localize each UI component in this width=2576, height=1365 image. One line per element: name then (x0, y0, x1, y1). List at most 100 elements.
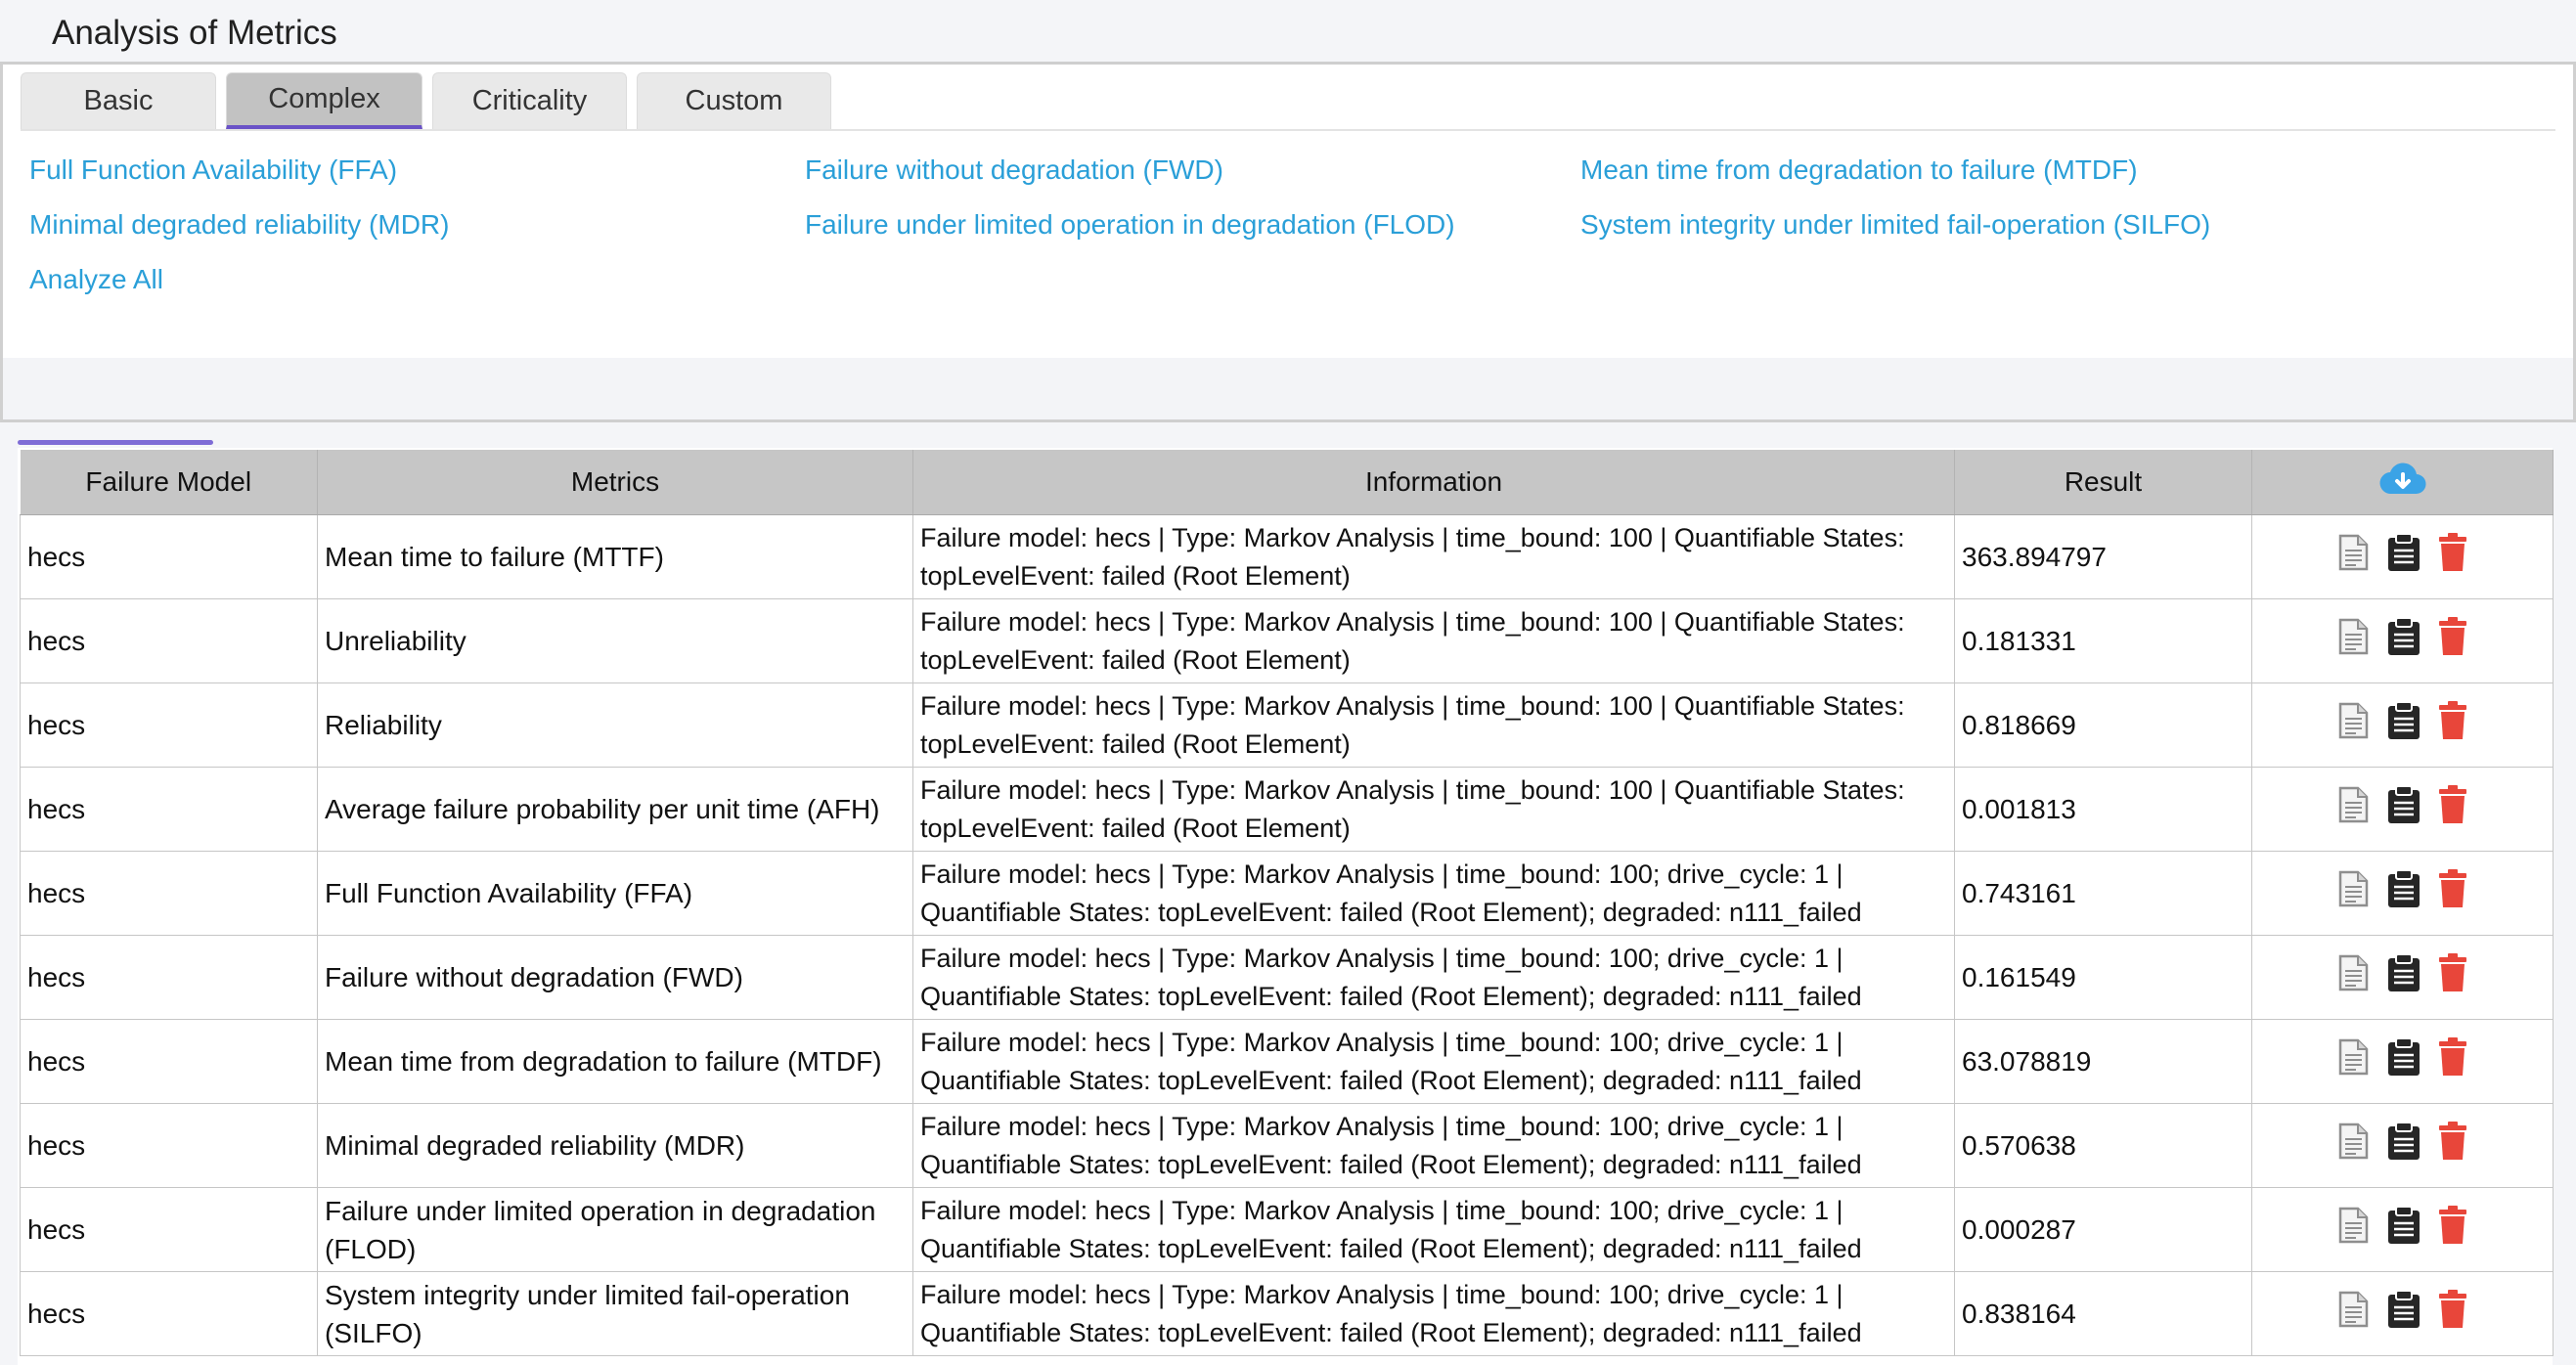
cell-metric: Failure under limited operation in degra… (317, 1187, 913, 1272)
link-analyze-all[interactable]: Analyze All (29, 264, 163, 295)
header-metrics[interactable]: Metrics (317, 450, 913, 515)
info-line-2: topLevelEvent: failed (Root Element) (920, 560, 1351, 591)
tab-complex[interactable]: Complex (226, 72, 422, 129)
table-row[interactable]: hecs Mean time to failure (MTTF) Failure… (20, 514, 2554, 599)
document-icon[interactable] (2336, 786, 2370, 833)
cell-information: Failure model: hecs | Type: Markov Analy… (912, 1103, 1955, 1188)
info-line-2: topLevelEvent: failed (Root Element) (920, 728, 1351, 759)
document-icon[interactable] (2336, 954, 2370, 1001)
table-row[interactable]: hecs Failure under limited operation in … (20, 1187, 2554, 1272)
document-icon[interactable] (2336, 1291, 2370, 1338)
cloud-download-icon[interactable] (2378, 462, 2427, 504)
info-line-2: topLevelEvent: failed (Root Element) (920, 813, 1351, 843)
trash-icon[interactable] (2437, 1289, 2468, 1339)
tab-custom[interactable]: Custom (637, 72, 831, 129)
cell-failure-model: hecs (20, 1103, 318, 1188)
cell-failure-model: hecs (20, 851, 318, 936)
cell-information: Failure model: hecs | Type: Markov Analy… (912, 1187, 1955, 1272)
info-line-2: Quantifiable States: topLevelEvent: fail… (920, 897, 1862, 927)
tab-criticality[interactable]: Criticality (432, 72, 627, 129)
header-result[interactable]: Result (1954, 450, 2252, 515)
document-icon[interactable] (2336, 1207, 2370, 1254)
trash-icon[interactable] (2437, 1205, 2468, 1255)
clipboard-icon[interactable] (2385, 952, 2422, 1002)
analysis-panel: Basic Complex Criticality Custom Full Fu… (0, 65, 2576, 358)
header-information[interactable]: Information (912, 450, 1955, 515)
clipboard-icon[interactable] (2385, 868, 2422, 918)
link-mdr[interactable]: Minimal degraded reliability (MDR) (29, 209, 449, 241)
cell-actions (2251, 514, 2554, 599)
cell-actions (2251, 851, 2554, 936)
trash-icon[interactable] (2437, 700, 2468, 750)
info-line-1: Failure model: hecs | Type: Markov Analy… (920, 606, 1905, 637)
cell-failure-model: hecs (20, 598, 318, 683)
header-failure-model[interactable]: Failure Model (20, 450, 318, 515)
clipboard-icon[interactable] (2385, 1289, 2422, 1339)
cell-actions (2251, 1187, 2554, 1272)
clipboard-icon[interactable] (2385, 784, 2422, 834)
clipboard-icon[interactable] (2385, 1205, 2422, 1255)
trash-icon[interactable] (2437, 952, 2468, 1002)
trash-icon[interactable] (2437, 532, 2468, 582)
cell-result: 0.161549 (1954, 935, 2252, 1020)
info-line-1: Failure model: hecs | Type: Markov Analy… (920, 1027, 1843, 1057)
document-icon[interactable] (2336, 870, 2370, 917)
tab-divider (21, 129, 2555, 131)
table-row[interactable]: hecs Full Function Availability (FFA) Fa… (20, 851, 2554, 936)
info-line-2: topLevelEvent: failed (Root Element) (920, 644, 1351, 675)
table-row[interactable]: hecs Failure without degradation (FWD) F… (20, 935, 2554, 1020)
document-icon[interactable] (2336, 702, 2370, 749)
table-row[interactable]: hecs System integrity under limited fail… (20, 1271, 2554, 1356)
table-row[interactable]: hecs Reliability Failure model: hecs | T… (20, 682, 2554, 768)
trash-icon[interactable] (2437, 784, 2468, 834)
cell-information: Failure model: hecs | Type: Markov Analy… (912, 598, 1955, 683)
table-row[interactable]: hecs Average failure probability per uni… (20, 767, 2554, 852)
document-icon[interactable] (2336, 1123, 2370, 1169)
tab-bar: Basic Complex Criticality Custom (21, 72, 831, 129)
link-fwd[interactable]: Failure without degradation (FWD) (805, 154, 1223, 186)
cell-actions (2251, 1019, 2554, 1104)
header-actions (2251, 450, 2554, 515)
link-mtdf[interactable]: Mean time from degradation to failure (M… (1580, 154, 2138, 186)
cell-failure-model: hecs (20, 1019, 318, 1104)
cell-result: 0.001813 (1954, 767, 2252, 852)
link-ffa[interactable]: Full Function Availability (FFA) (29, 154, 397, 186)
cell-result: 0.743161 (1954, 851, 2252, 936)
cell-result: 0.818669 (1954, 682, 2252, 768)
document-icon[interactable] (2336, 1038, 2370, 1085)
cell-failure-model: hecs (20, 1187, 318, 1272)
cell-result: 0.000287 (1954, 1187, 2252, 1272)
cell-metric: Mean time from degradation to failure (M… (317, 1019, 913, 1104)
clipboard-icon[interactable] (2385, 1121, 2422, 1170)
trash-icon[interactable] (2437, 868, 2468, 918)
info-line-1: Failure model: hecs | Type: Markov Analy… (920, 1279, 1843, 1309)
cell-metric: System integrity under limited fail-oper… (317, 1271, 913, 1356)
clipboard-icon[interactable] (2385, 532, 2422, 582)
table-row[interactable]: hecs Mean time from degradation to failu… (20, 1019, 2554, 1104)
info-line-1: Failure model: hecs | Type: Markov Analy… (920, 774, 1905, 805)
cell-result: 363.894797 (1954, 514, 2252, 599)
link-flod[interactable]: Failure under limited operation in degra… (805, 209, 1455, 241)
trash-icon[interactable] (2437, 1036, 2468, 1086)
cell-failure-model: hecs (20, 935, 318, 1020)
cell-actions (2251, 935, 2554, 1020)
cell-information: Failure model: hecs | Type: Markov Analy… (912, 767, 1955, 852)
table-row[interactable]: hecs Minimal degraded reliability (MDR) … (20, 1103, 2554, 1188)
table-row[interactable]: hecs Unreliability Failure model: hecs |… (20, 598, 2554, 683)
clipboard-icon[interactable] (2385, 616, 2422, 666)
document-icon[interactable] (2336, 618, 2370, 665)
cell-failure-model: hecs (20, 682, 318, 768)
trash-icon[interactable] (2437, 1121, 2468, 1170)
trash-icon[interactable] (2437, 616, 2468, 666)
clipboard-icon[interactable] (2385, 1036, 2422, 1086)
clipboard-icon[interactable] (2385, 700, 2422, 750)
document-icon[interactable] (2336, 534, 2370, 581)
cell-actions (2251, 1103, 2554, 1188)
cell-metric: Mean time to failure (MTTF) (317, 514, 913, 599)
cell-failure-model: hecs (20, 767, 318, 852)
tab-basic[interactable]: Basic (21, 72, 216, 129)
info-line-2: Quantifiable States: topLevelEvent: fail… (920, 1317, 1862, 1347)
cell-actions (2251, 598, 2554, 683)
link-silfo[interactable]: System integrity under limited fail-oper… (1580, 209, 2210, 241)
info-line-1: Failure model: hecs | Type: Markov Analy… (920, 690, 1905, 721)
